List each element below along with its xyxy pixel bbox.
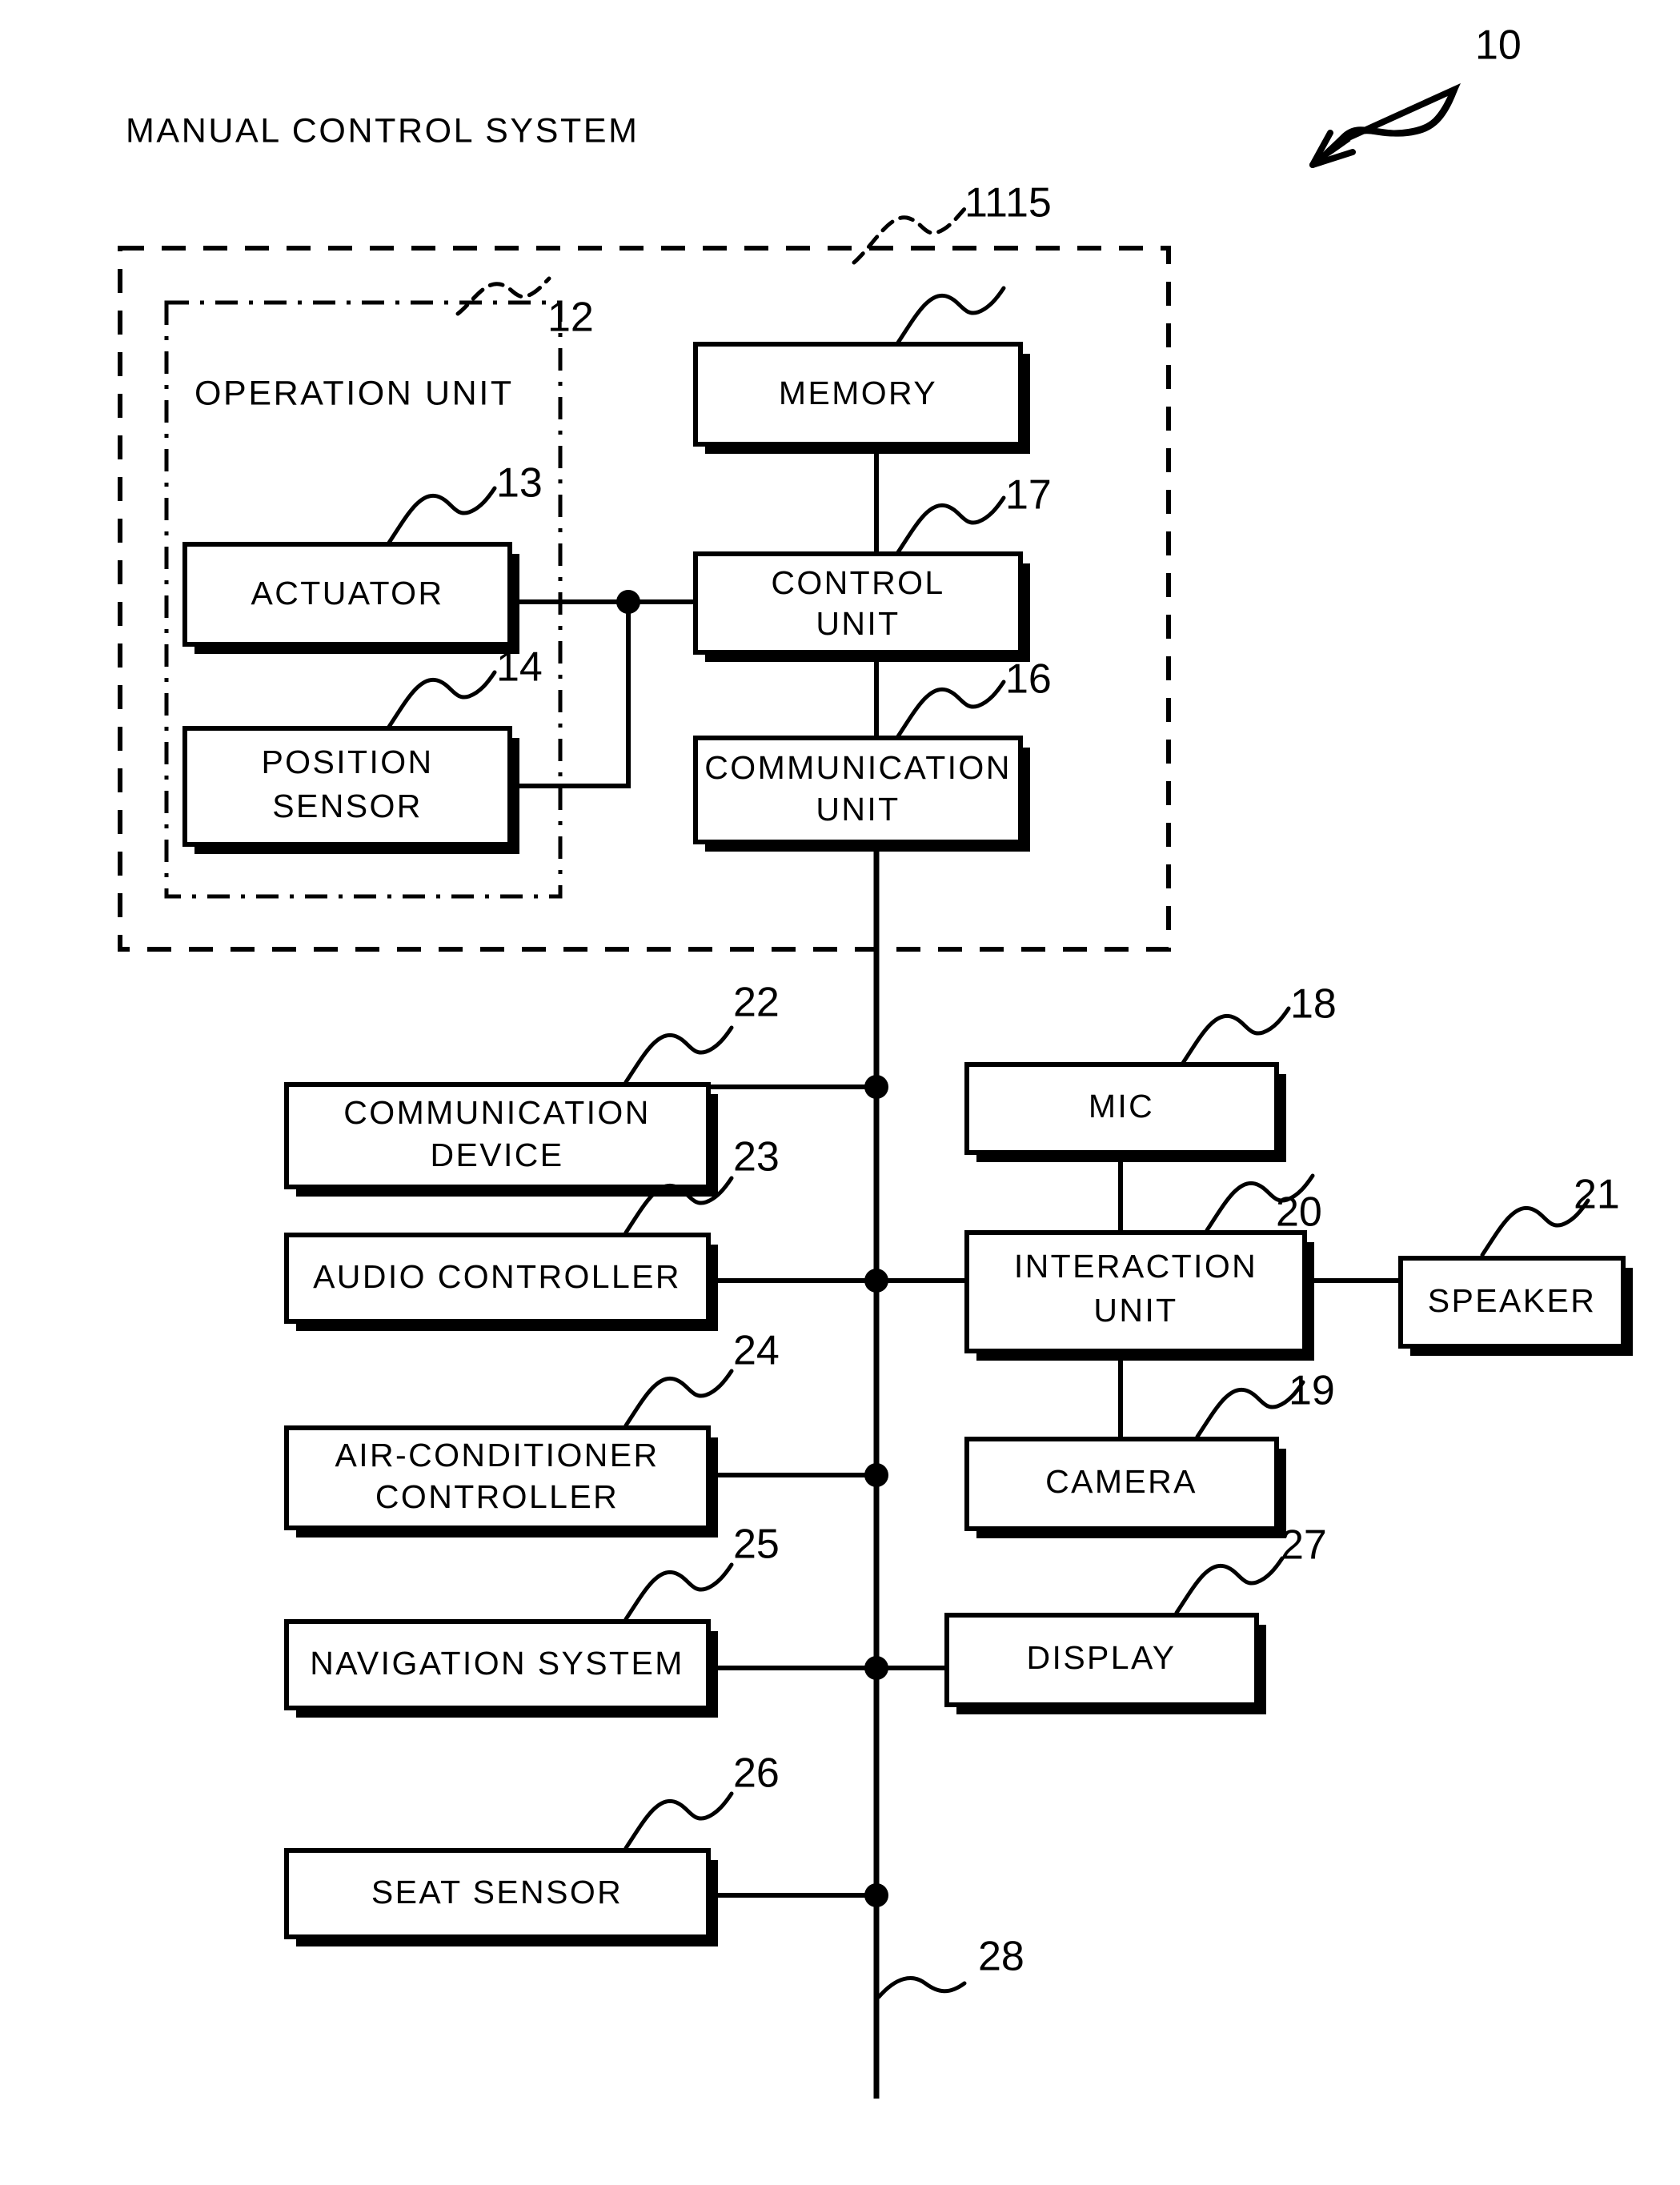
ref-16-leader: [896, 680, 1006, 739]
ref-number-24: 24: [733, 1328, 780, 1374]
overall-ref-10-leader: [1309, 82, 1461, 168]
block-display-label: DISPLAY: [1027, 1639, 1177, 1676]
ref-number-15: 15: [1005, 180, 1052, 227]
ref-19-leader: [1195, 1380, 1305, 1439]
block-seat-sensor-label: SEAT SENSOR: [371, 1874, 623, 1910]
block-communication-unit[interactable]: COMMUNICATION UNIT: [693, 736, 1030, 852]
block-interaction-unit[interactable]: INTERACTION UNIT: [964, 1230, 1314, 1361]
block-actuator[interactable]: ACTUATOR: [182, 542, 519, 654]
ref-11-leader: [852, 204, 969, 265]
junction-dot-bus-air-conditioner: [864, 1463, 888, 1487]
junction-dot-operation-unit: [616, 590, 640, 614]
ref-18-leader: [1181, 1006, 1291, 1065]
ref-number-21: 21: [1574, 1172, 1620, 1218]
block-interaction-unit-label-line2: UNIT: [1093, 1292, 1177, 1329]
block-air-conditioner-controller[interactable]: AIR-CONDITIONER CONTROLLER: [284, 1425, 718, 1538]
block-communication-device[interactable]: COMMUNICATION DEVICE: [284, 1082, 718, 1197]
block-audio-controller-label: AUDIO CONTROLLER: [313, 1258, 681, 1295]
ref-number-18: 18: [1290, 981, 1337, 1028]
ref-number-23: 23: [733, 1134, 780, 1181]
ref-number-16: 16: [1005, 656, 1052, 703]
ref-27-leader: [1174, 1556, 1285, 1615]
junction-dot-bus-navigation: [864, 1656, 888, 1680]
block-camera-label: CAMERA: [1045, 1463, 1197, 1500]
block-seat-sensor[interactable]: SEAT SENSOR: [284, 1848, 718, 1946]
block-mic[interactable]: MIC: [964, 1062, 1286, 1162]
block-display[interactable]: DISPLAY: [944, 1613, 1266, 1714]
ref-21-leader: [1480, 1198, 1590, 1257]
block-mic-label: MIC: [1089, 1088, 1154, 1125]
ref-number-11: 11: [964, 180, 1008, 227]
block-memory-label: MEMORY: [779, 375, 937, 411]
ref-number-20: 20: [1276, 1189, 1322, 1236]
block-position-sensor[interactable]: POSITION SENSOR: [182, 726, 519, 854]
ref-number-12: 12: [547, 295, 594, 341]
ref-13-leader: [387, 486, 497, 545]
ref-number-13: 13: [496, 460, 543, 507]
block-speaker-label: SPEAKER: [1428, 1282, 1597, 1319]
ref-22-leader: [623, 1025, 734, 1084]
operation-unit-title: OPERATION UNIT: [194, 374, 514, 412]
block-position-sensor-label-line2: SENSOR: [272, 788, 423, 824]
ref-28-leader: [876, 1976, 967, 1999]
ref-number-26: 26: [733, 1750, 780, 1797]
ref-26-leader: [623, 1791, 734, 1850]
ref-number-22: 22: [733, 980, 780, 1026]
block-memory[interactable]: MEMORY: [693, 342, 1030, 454]
ref-number-10: 10: [1475, 22, 1522, 69]
ref-15-leader: [896, 286, 1006, 345]
block-navigation-system[interactable]: NAVIGATION SYSTEM: [284, 1619, 718, 1718]
ref-number-19: 19: [1289, 1368, 1335, 1414]
figure-canvas: 10 MANUAL CONTROL SYSTEM 11 OPERATION UN…: [118, 22, 1633, 2099]
block-control-unit-label-line2: UNIT: [816, 605, 900, 642]
patent-figure: 10 MANUAL CONTROL SYSTEM 11 OPERATION UN…: [0, 0, 1680, 2185]
ref-14-leader: [387, 670, 497, 729]
block-interaction-unit-label-line1: INTERACTION: [1014, 1248, 1257, 1285]
block-air-conditioner-controller-label-line1: AIR-CONDITIONER: [335, 1437, 660, 1473]
manual-control-system-title: MANUAL CONTROL SYSTEM: [126, 111, 640, 150]
junction-dot-bus-seat-sensor: [864, 1883, 888, 1907]
block-actuator-label: ACTUATOR: [251, 575, 444, 611]
ref-number-14: 14: [496, 644, 543, 691]
block-navigation-system-label: NAVIGATION SYSTEM: [310, 1645, 684, 1682]
block-communication-device-label-line1: COMMUNICATION: [343, 1094, 650, 1131]
ref-25-leader: [623, 1562, 734, 1622]
ref-17-leader: [896, 495, 1006, 555]
ref-number-17: 17: [1005, 472, 1052, 519]
ref-number-28: 28: [978, 1934, 1024, 1980]
junction-dot-bus-audio-controller: [864, 1269, 888, 1293]
ref-number-27: 27: [1281, 1522, 1327, 1569]
block-communication-unit-label-line1: COMMUNICATION: [704, 749, 1011, 786]
block-camera[interactable]: CAMERA: [964, 1437, 1286, 1538]
ref-12-leader: [455, 276, 551, 316]
block-air-conditioner-controller-label-line2: CONTROLLER: [375, 1478, 619, 1515]
junction-dot-bus-communication-device: [864, 1075, 888, 1099]
ref-number-25: 25: [733, 1521, 780, 1568]
block-audio-controller[interactable]: AUDIO CONTROLLER: [284, 1233, 718, 1331]
wire-position-sensor-to-junction: [519, 602, 631, 788]
block-position-sensor-label-line1: POSITION: [261, 744, 433, 780]
block-control-unit[interactable]: CONTROL UNIT: [693, 551, 1030, 662]
ref-24-leader: [623, 1369, 734, 1428]
block-communication-unit-label-line2: UNIT: [816, 791, 900, 828]
block-communication-device-label-line2: DEVICE: [430, 1137, 563, 1173]
block-control-unit-label-line1: CONTROL: [771, 564, 944, 601]
block-speaker[interactable]: SPEAKER: [1398, 1256, 1633, 1356]
